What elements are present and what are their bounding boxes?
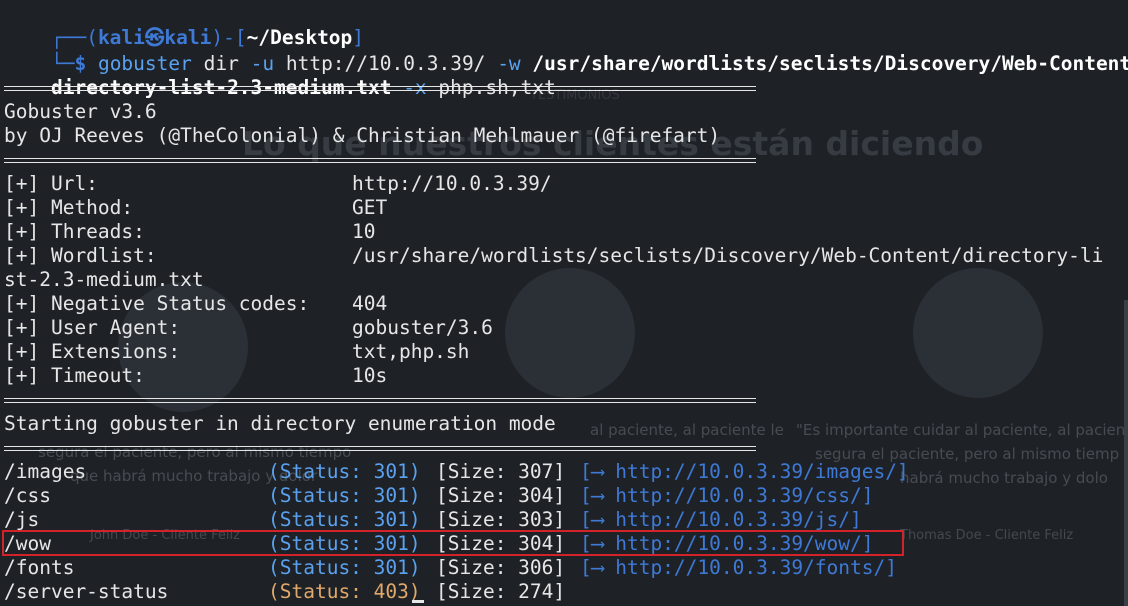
scrollbar[interactable] (1124, 300, 1128, 606)
config-key: [+] Extensions: (4, 340, 181, 363)
bg-quote-mid-1: al paciente, al paciente le (590, 421, 784, 439)
result-path: /css (4, 484, 51, 507)
result-row: /js (Status: 301) [Size: 303] [⟶ http://10.… (4, 508, 862, 532)
result-path: /images (4, 460, 87, 483)
config-key: [+] Timeout: (4, 364, 145, 387)
result-redirect-link[interactable]: [⟶ http://10.0.3.39/fonts/] (580, 556, 897, 580)
banner-version: Gobuster v3.6 (4, 100, 157, 123)
result-status: (Status: 301) (268, 484, 421, 507)
banner-authors: by OJ Reeves (@TheColonial) & Christian … (4, 124, 721, 147)
result-size: [Size: 306] (436, 556, 566, 579)
result-status: (Status: 301) (268, 556, 421, 579)
config-row-wordlist-wrap: st-2.3-medium.txt (4, 268, 204, 291)
config-key: [+] Negative Status codes: (4, 292, 310, 315)
result-row: /fonts (Status: 301) [Size: 306] [⟶ http://… (4, 556, 897, 580)
config-row-wordlist: [+] Wordlist: /usr/share/wordlists/seclis… (4, 244, 1103, 268)
result-status: (Status: 301) (268, 460, 421, 483)
result-row: /images (Status: 301) [Size: 307] [⟶ http:/… (4, 460, 909, 484)
config-value: GET (352, 196, 388, 219)
highlight-box (2, 530, 904, 556)
separator-rule (4, 86, 756, 91)
config-value: 10 (352, 220, 376, 243)
config-key: [+] Url: (4, 172, 98, 195)
terminal-cursor (412, 600, 424, 603)
config-row-user-agent: [+] User Agent: gobuster/3.6 (4, 316, 493, 340)
config-row-method: [+] Method: GET (4, 196, 387, 220)
separator-rule (4, 158, 756, 163)
result-redirect-link[interactable]: [⟶ http://10.0.3.39/images/] (580, 460, 909, 484)
config-key: [+] Wordlist: (4, 244, 157, 267)
config-row-timeout: [+] Timeout: 10s (4, 364, 387, 388)
config-row-negative-status: [+] Negative Status codes: 404 (4, 292, 387, 316)
result-path: /js (4, 508, 40, 531)
result-status: (Status: 403) (268, 580, 421, 603)
command-wordlist-part1: /usr/share/wordlists/seclists/Discovery/… (532, 52, 1128, 75)
result-path: /server-status (4, 580, 169, 603)
bg-avatar-right (913, 268, 1043, 398)
config-row-extensions: [+] Extensions: txt,php.sh (4, 340, 469, 364)
result-size: [Size: 274] (436, 580, 566, 603)
bg-quote-right-3: habrá mucho trabajo y dolo (900, 469, 1108, 487)
separator-rule (4, 398, 756, 403)
command-line[interactable]: └─$ gobuster dir -u http://10.0.3.39/ -w… (4, 28, 1128, 75)
config-key: [+] Threads: (4, 220, 145, 243)
result-row: /css (Status: 301) [Size: 304] [⟶ http://10… (4, 484, 874, 508)
config-value: /usr/share/wordlists/seclists/Discovery/… (352, 244, 1104, 267)
config-key: [+] User Agent: (4, 316, 181, 339)
config-row-threads: [+] Threads: 10 (4, 220, 375, 244)
config-value: 404 (352, 292, 388, 315)
result-redirect-link[interactable]: [⟶ http://10.0.3.39/js/] (580, 508, 862, 532)
result-redirect-link[interactable]: [⟶ http://10.0.3.39/css/] (580, 484, 874, 508)
config-value: txt,php.sh (352, 340, 470, 363)
result-size: [Size: 304] (436, 484, 566, 507)
separator-rule (4, 446, 756, 451)
command-line-wrap[interactable]: directory-list-2.3-medium.txt -x php.sh,… (4, 52, 556, 99)
result-path: /fonts (4, 556, 75, 579)
config-value: 10s (352, 364, 388, 387)
bg-avatar-middle (505, 268, 635, 398)
bg-quote-right-1: "Es importante cuidar al paciente, al pa… (796, 421, 1128, 439)
result-row: /server-status (Status: 403) [Size: 274] (4, 580, 565, 604)
config-value: http://10.0.3.39/ (352, 172, 552, 195)
config-row-url: [+] Url: http://10.0.3.39/ (4, 172, 552, 196)
result-size: [Size: 307] (436, 460, 566, 483)
terminal-window[interactable]: TESTIMONIOS Lo que nuestros clientes est… (0, 0, 1128, 606)
config-key: [+] Method: (4, 196, 134, 219)
bg-name-right: Thomas Doe - Cliente Feliz (900, 528, 1074, 543)
result-size: [Size: 303] (436, 508, 566, 531)
config-value: gobuster/3.6 (352, 316, 493, 339)
mode-line: Starting gobuster in directory enumerati… (4, 412, 556, 435)
result-status: (Status: 301) (268, 508, 421, 531)
prompt-line: ┌──(kali㉿kali)-[~/Desktop] (50, 26, 365, 49)
